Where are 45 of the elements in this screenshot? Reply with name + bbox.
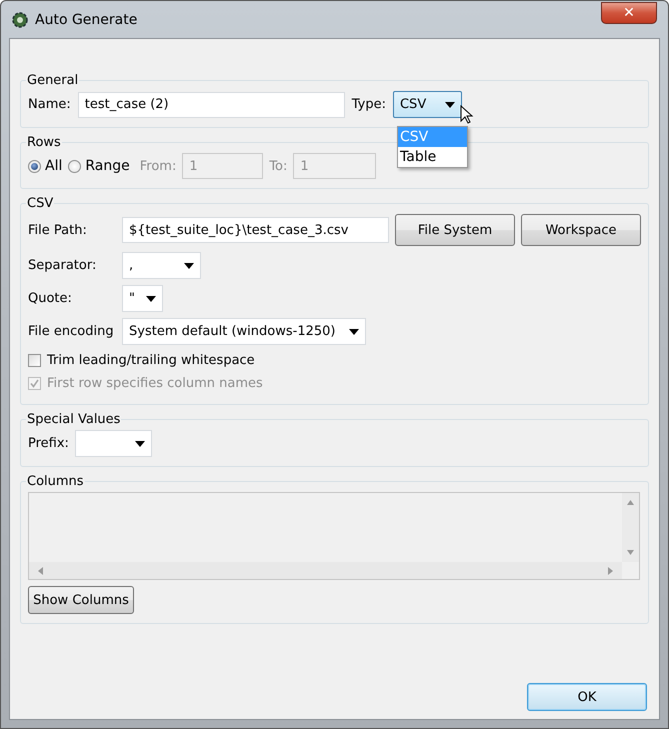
scroll-right-icon[interactable]	[607, 566, 614, 574]
close-button[interactable]: ✕	[601, 2, 657, 24]
browse-button[interactable]: Workspace	[521, 214, 641, 246]
field-label: Type:	[352, 97, 386, 112]
prefix-dropdown[interactable]	[74, 430, 152, 457]
encoding-dropdown[interactable]: System default (windows-1250)	[122, 318, 366, 345]
group-title: Columns	[26, 474, 85, 489]
caret-icon	[134, 440, 145, 446]
group-title: Special Values	[26, 412, 122, 427]
radio-button[interactable]	[28, 160, 41, 172]
group-title: General	[26, 73, 80, 88]
menu-item[interactable]: Table	[398, 147, 467, 167]
scroll-up-icon[interactable]	[627, 499, 634, 507]
window-title: Auto Generate	[35, 12, 138, 28]
caret-icon	[146, 296, 156, 302]
type-dropdown[interactable]: CSV	[392, 91, 462, 118]
caret-icon	[184, 262, 194, 268]
show-columns-button[interactable]: Show Columns	[28, 586, 134, 614]
caret-icon	[444, 102, 455, 108]
field-label: Quote:	[28, 291, 73, 306]
field-label: File encoding	[28, 324, 115, 339]
quote-dropdown[interactable]: "	[122, 285, 163, 312]
gear-icon	[11, 10, 29, 28]
field-label: From:	[140, 158, 176, 174]
group-title: CSV	[26, 196, 54, 211]
checkbox[interactable]	[28, 354, 41, 367]
caret-icon	[349, 328, 359, 334]
file-path-field[interactable]: ${test_suite_loc}\test_case_3.csv	[122, 217, 389, 243]
browse-button[interactable]: File System	[395, 214, 515, 246]
field-label: Prefix:	[28, 436, 69, 451]
name-field[interactable]: test_case (2)	[78, 92, 345, 118]
field-label: Name:	[28, 97, 71, 112]
field-label: To:	[269, 158, 288, 174]
field-label: Separator:	[28, 258, 98, 273]
cursor-icon	[460, 105, 474, 125]
scroll-left-icon[interactable]	[37, 566, 44, 574]
checkbox-label[interactable]: Trim leading/trailing whitespace	[47, 353, 255, 368]
radio-button[interactable]	[68, 160, 82, 172]
scroll-down-icon[interactable]	[627, 548, 634, 556]
radio-label[interactable]: All	[45, 158, 62, 174]
field-label: File Path:	[28, 222, 88, 238]
ok-button[interactable]: OK	[527, 683, 647, 711]
group-title: Rows	[26, 135, 62, 150]
radio-label[interactable]: Range	[85, 158, 130, 174]
separator-dropdown[interactable]: ,	[122, 252, 201, 279]
